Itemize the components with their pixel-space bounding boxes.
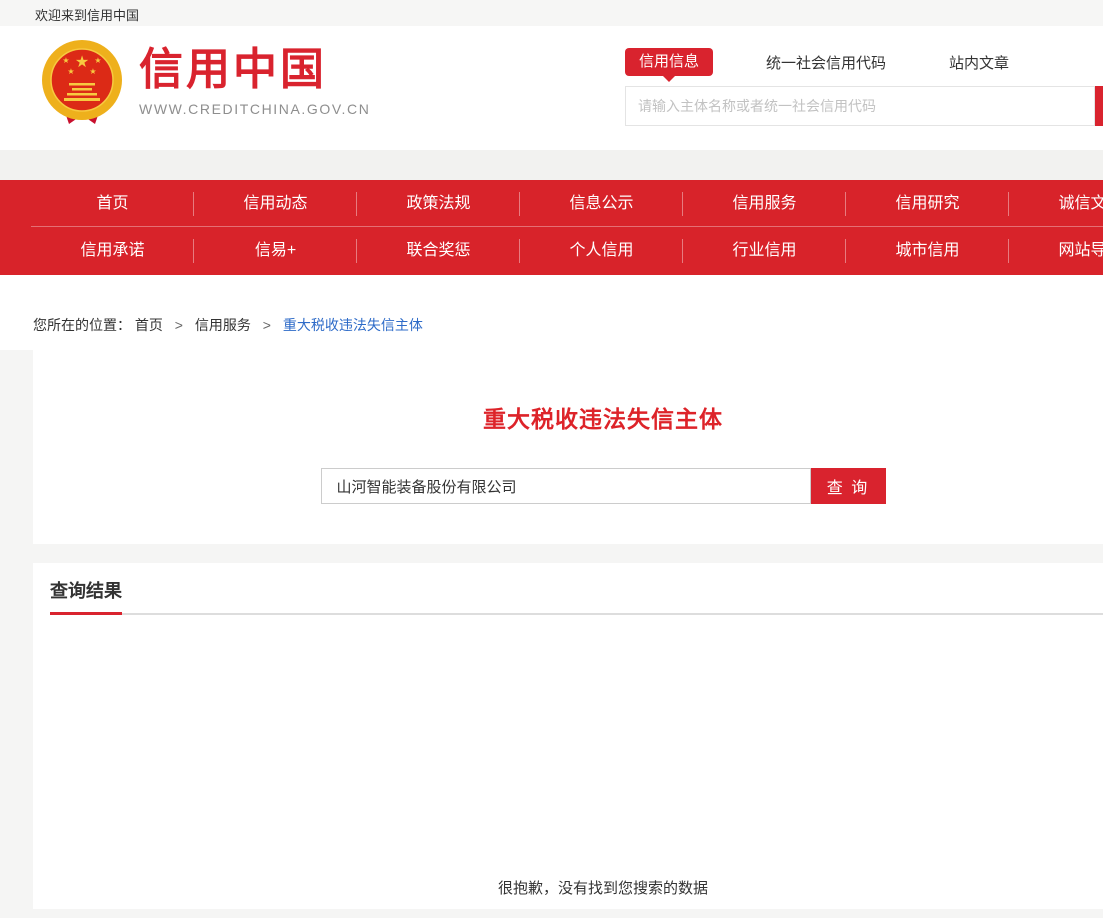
nav-item-policies[interactable]: 政策法规 <box>357 180 520 227</box>
breadcrumb: 您所在的位置： 首页 > 信用服务 > 重大税收违法失信主体 <box>0 275 1103 350</box>
nav-item-city-credit[interactable]: 城市信用 <box>846 227 1009 274</box>
svg-text:★: ★ <box>89 67 96 76</box>
breadcrumb-separator: > <box>175 317 183 333</box>
nav-item-credit-research[interactable]: 信用研究 <box>846 180 1009 227</box>
nav-item-site-map[interactable]: 网站导航 <box>1009 227 1103 274</box>
header-search-row <box>625 86 1103 126</box>
national-emblem-icon: ★ ★ ★ ★ ★ <box>38 38 126 126</box>
breadcrumb-prefix: 您所在的位置： <box>33 317 131 333</box>
tab-social-credit-code[interactable]: 统一社会信用代码 <box>766 52 886 73</box>
site-url: WWW.CREDITCHINA.GOV.CN <box>139 101 370 117</box>
breadcrumb-current-page[interactable]: 重大税收违法失信主体 <box>283 317 423 333</box>
site-name: 信用中国 <box>139 46 370 94</box>
results-card: 查询结果 很抱歉，没有找到您搜索的数据 <box>33 563 1103 909</box>
svg-text:★: ★ <box>62 56 69 65</box>
main-nav: 首页 信用动态 政策法规 信息公示 信用服务 信用研究 诚信文化 信用承诺 信易… <box>0 180 1103 275</box>
header-search-input[interactable] <box>625 86 1095 126</box>
svg-text:★: ★ <box>94 56 101 65</box>
nav-item-credit-services[interactable]: 信用服务 <box>683 180 846 227</box>
breadcrumb-separator: > <box>263 317 271 333</box>
breadcrumb-home[interactable]: 首页 <box>135 317 163 333</box>
header-divider-band <box>0 150 1103 180</box>
site-logo[interactable]: ★ ★ ★ ★ ★ 信用中国 WWW.CREDITCHINA.GOV.CN <box>38 38 370 126</box>
nav-item-industry-credit[interactable]: 行业信用 <box>683 227 846 274</box>
nav-item-personal-credit[interactable]: 个人信用 <box>520 227 683 274</box>
nav-item-credit-commitment[interactable]: 信用承诺 <box>31 227 194 274</box>
svg-text:★: ★ <box>67 67 74 76</box>
nav-item-home[interactable]: 首页 <box>31 180 194 227</box>
results-header: 查询结果 <box>50 563 1103 615</box>
site-title-block: 信用中国 WWW.CREDITCHINA.GOV.CN <box>139 38 370 117</box>
nav-row-2: 信用承诺 信易+ 联合奖惩 个人信用 行业信用 城市信用 网站导航 <box>31 227 1103 274</box>
breadcrumb-credit-services[interactable]: 信用服务 <box>195 317 251 333</box>
nav-item-credit-news[interactable]: 信用动态 <box>194 180 357 227</box>
page-content: 重大税收违法失信主体 查 询 查询结果 很抱歉，没有找到您搜索的数据 <box>0 350 1103 918</box>
tab-credit-info[interactable]: 信用信息 <box>625 48 713 76</box>
header-search-button[interactable] <box>1095 86 1103 126</box>
query-input[interactable] <box>321 468 811 504</box>
empty-result-message: 很抱歉，没有找到您搜索的数据 <box>33 877 1103 898</box>
tab-site-articles[interactable]: 站内文章 <box>949 52 1009 73</box>
nav-item-info-disclosure[interactable]: 信息公示 <box>520 180 683 227</box>
query-search-row: 查 询 <box>33 468 1103 504</box>
nav-item-xinyi-plus[interactable]: 信易+ <box>194 227 357 274</box>
site-header: ★ ★ ★ ★ ★ 信用中国 WWW.CREDITCHINA.GOV.CN 信用… <box>0 26 1103 150</box>
main-nav-inner: 首页 信用动态 政策法规 信息公示 信用服务 信用研究 诚信文化 信用承诺 信易… <box>31 180 1103 274</box>
query-button[interactable]: 查 询 <box>811 468 886 504</box>
results-heading: 查询结果 <box>50 577 122 615</box>
page-title: 重大税收违法失信主体 <box>33 400 1103 434</box>
nav-item-joint-rewards[interactable]: 联合奖惩 <box>357 227 520 274</box>
nav-item-integrity-culture[interactable]: 诚信文化 <box>1009 180 1103 227</box>
search-type-tabs: 信用信息 统一社会信用代码 站内文章 <box>625 48 1103 76</box>
header-search-area: 信用信息 统一社会信用代码 站内文章 <box>625 48 1103 126</box>
card-gap <box>33 544 1103 563</box>
welcome-text: 欢迎来到信用中国 <box>35 8 139 23</box>
svg-text:★: ★ <box>75 54 89 71</box>
welcome-bar: 欢迎来到信用中国 <box>0 0 1103 26</box>
query-card: 重大税收违法失信主体 查 询 <box>33 350 1103 544</box>
nav-row-1: 首页 信用动态 政策法规 信息公示 信用服务 信用研究 诚信文化 <box>31 180 1103 227</box>
